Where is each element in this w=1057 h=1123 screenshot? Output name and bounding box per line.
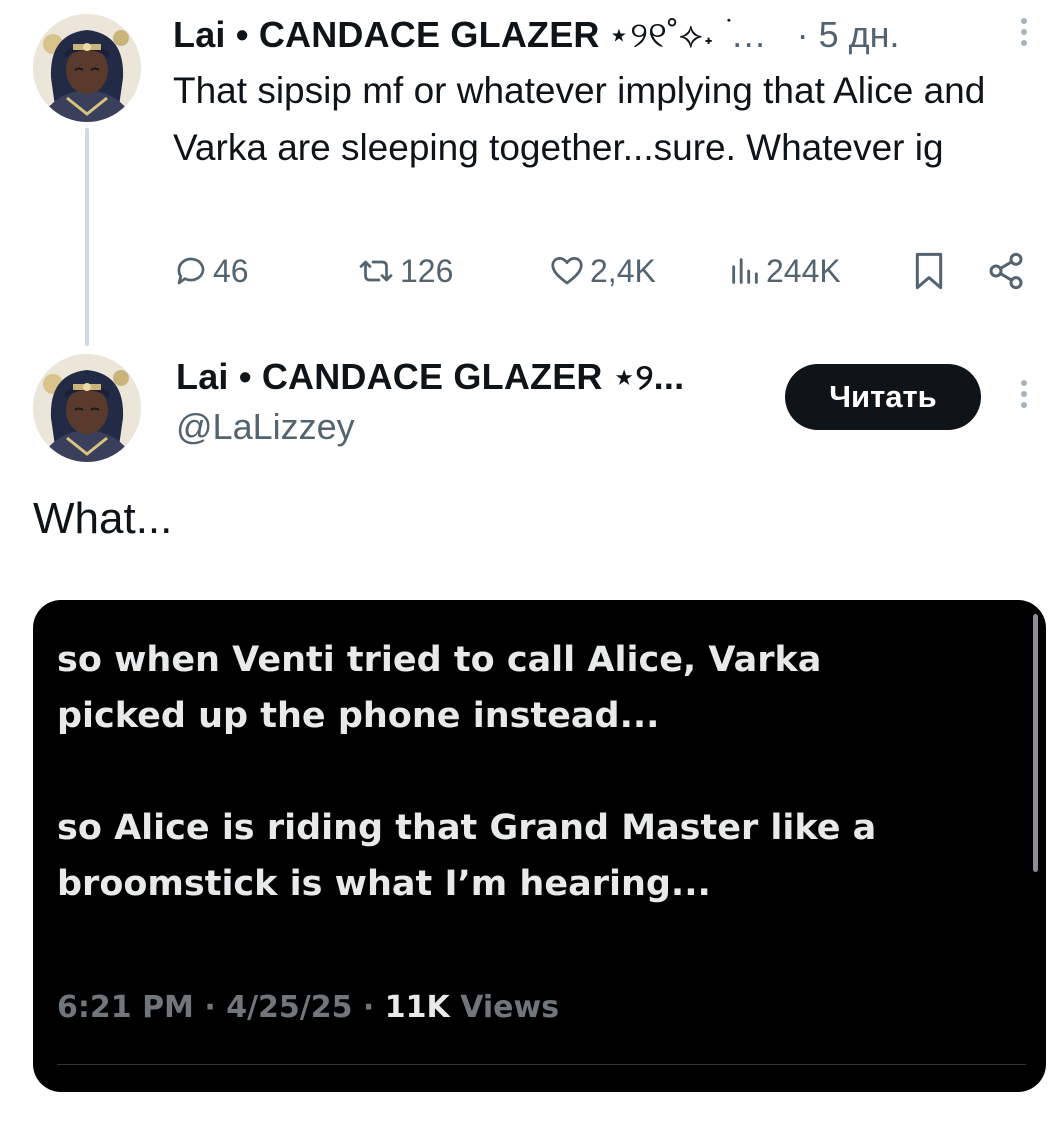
avatar[interactable] <box>33 14 141 122</box>
bookmark-button[interactable] <box>912 248 950 294</box>
media-tweet-views-count: 11K <box>384 990 450 1025</box>
tweet-text: That sipsip mf or whatever implying that… <box>173 70 986 168</box>
avatar[interactable] <box>33 354 141 462</box>
media-divider <box>57 1064 1026 1065</box>
media-scrollbar <box>1033 614 1038 872</box>
share-button[interactable] <box>986 248 1030 294</box>
bookmark-icon <box>915 252 943 290</box>
repost-count: 126 <box>400 252 454 289</box>
author-name[interactable]: Lai • CANDACE GLAZER ⋆୨... <box>176 356 684 399</box>
author-name-decoration: ⋆୨୧˚⟡˖ ࣪ <box>607 13 725 55</box>
more-vertical-icon[interactable] <box>1019 18 1029 46</box>
author-name-ellipsis: … <box>730 14 767 55</box>
like-count: 2,4K <box>590 252 656 289</box>
repost-arrows-icon <box>359 260 393 282</box>
author-name[interactable]: Lai • CANDACE GLAZER <box>173 14 600 56</box>
views-count: 244K <box>766 252 841 289</box>
views-button[interactable]: 244K <box>728 248 841 294</box>
media-tweet-views-label: Views <box>449 990 560 1025</box>
tweet-media-image[interactable]: so when Venti tried to call Alice, Varka… <box>33 600 1046 1092</box>
reply-button[interactable]: 46 <box>173 248 249 294</box>
follow-button[interactable]: Читать <box>785 364 981 430</box>
thread-line <box>85 128 89 346</box>
like-button[interactable]: 2,4K <box>548 248 656 294</box>
author-handle[interactable]: @LaLizzey <box>176 406 355 448</box>
tweet-header: Lai • CANDACE GLAZER ⋆୨୧˚⟡˖ ࣪ … · 5 дн. <box>173 10 1033 60</box>
repost-button[interactable]: 126 <box>356 248 453 294</box>
reply-count: 46 <box>213 252 249 289</box>
media-tweet-text: so when Venti tried to call Alice, Varka… <box>57 640 877 904</box>
share-icon <box>989 252 1023 290</box>
media-tweet-meta: 6:21 PM · 4/25/25 · 11K Views <box>57 990 559 1025</box>
more-vertical-icon[interactable] <box>1019 380 1029 408</box>
media-tweet-timestamp: 6:21 PM · 4/25/25 · <box>57 990 385 1025</box>
speech-bubble-icon <box>177 257 205 285</box>
bar-chart-icon <box>732 258 758 284</box>
tweet-time[interactable]: · 5 дн. <box>797 14 900 56</box>
heart-icon <box>551 257 583 285</box>
tweet-text: What... <box>33 494 173 543</box>
